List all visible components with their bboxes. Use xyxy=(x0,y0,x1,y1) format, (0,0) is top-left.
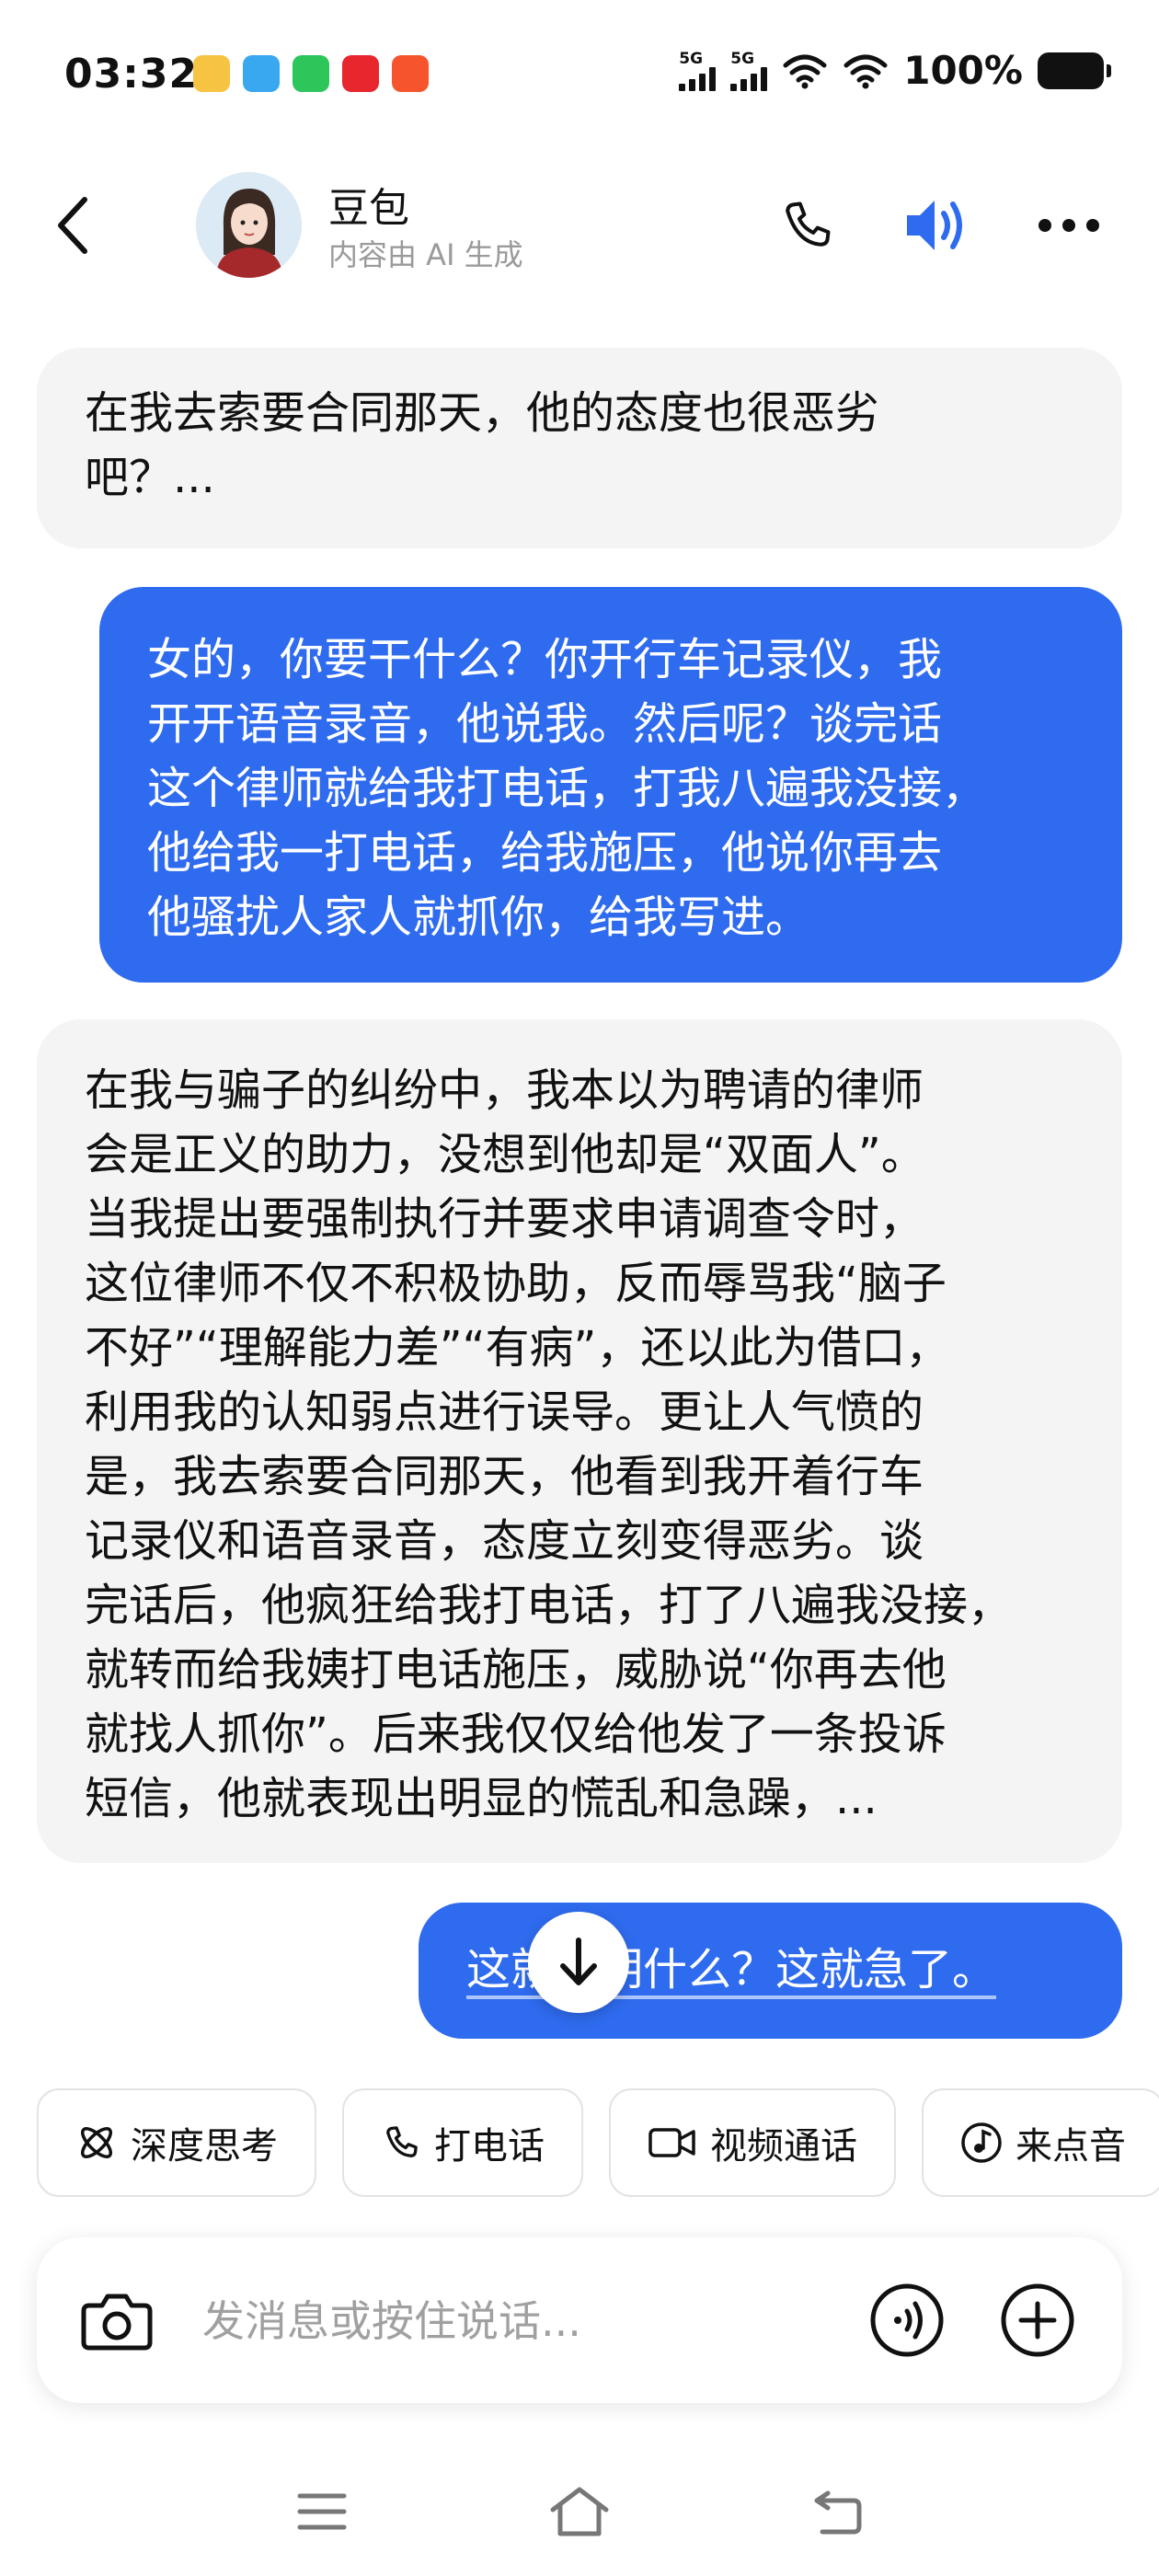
voice-wave-icon xyxy=(870,2283,944,2357)
message-input[interactable] xyxy=(201,2283,848,2359)
signal-type: 5G xyxy=(730,49,755,68)
phone-icon xyxy=(386,2126,418,2157)
signal-icon: 5G xyxy=(679,49,717,91)
back-icon xyxy=(58,197,87,254)
status-time: 03:32 xyxy=(64,51,199,98)
more-button[interactable] xyxy=(1032,189,1106,262)
camera-icon xyxy=(81,2294,153,2351)
message-input-bar xyxy=(37,2237,1122,2403)
wechat-icon xyxy=(293,55,329,92)
chip-label: 视频通话 xyxy=(710,2125,857,2168)
app-icon-orange xyxy=(392,55,429,92)
more-icon xyxy=(1039,219,1099,232)
speaker-button[interactable] xyxy=(901,189,975,262)
phone-icon xyxy=(786,201,831,247)
call-chip-button[interactable]: 打电话 xyxy=(342,2088,583,2197)
wifi-icon xyxy=(843,54,888,88)
ai-disclaimer: 内容由 AI 生成 xyxy=(328,237,523,272)
call-button[interactable] xyxy=(770,189,843,262)
bot-message: 在我去索要合同那天，他的态度也很恶劣 吧？... xyxy=(37,348,1122,548)
camera-button[interactable] xyxy=(78,2282,155,2359)
atom-icon xyxy=(81,2127,112,2158)
notification-icon xyxy=(193,55,230,92)
back-nav-icon xyxy=(814,2490,862,2535)
bot-name: 豆包 xyxy=(328,185,409,232)
video-call-button[interactable]: 视频通话 xyxy=(609,2088,896,2197)
signal-icon: 5G xyxy=(730,49,768,91)
music-button[interactable]: 来点音 xyxy=(922,2088,1159,2197)
user-message: 女的，你要干什么？你开行车记录仪，我 开开语音录音，他说我。然后呢？谈完话 这个… xyxy=(99,587,1122,983)
avatar-image xyxy=(196,172,302,278)
battery-percentage: 100% xyxy=(903,48,1023,93)
app-icon-red xyxy=(342,55,379,92)
voice-button[interactable] xyxy=(868,2282,946,2359)
scroll-to-bottom-button[interactable] xyxy=(528,1912,629,2013)
bot-message: 在我与骗子的纠纷中，我本以为聘请的律师 会是正义的助力，没想到他却是“双面人”。… xyxy=(37,1019,1122,1863)
chat-header: 豆包 内容由 AI 生成 xyxy=(0,156,1159,294)
home-icon xyxy=(550,2487,609,2536)
user-message: 这就说明什么？这就急了。 xyxy=(419,1903,1122,2039)
wifi-icon xyxy=(783,54,827,88)
app-icon-blue xyxy=(243,55,280,92)
quick-actions: 深度思考 打电话 视频通话 来点音 xyxy=(37,2088,1159,2197)
avatar[interactable] xyxy=(196,172,302,278)
menu-icon xyxy=(297,2493,347,2530)
speaker-icon xyxy=(907,201,962,250)
arrow-down-icon xyxy=(560,1938,597,1985)
status-bar: 03:32 5G 5G 100% xyxy=(0,0,1159,152)
notification-icons xyxy=(193,55,429,92)
signal-type: 5G xyxy=(679,49,704,68)
music-note-icon xyxy=(961,2122,1002,2163)
deep-thinking-button[interactable]: 深度思考 xyxy=(37,2088,316,2197)
system-nav-bar xyxy=(0,2466,1159,2558)
back-button[interactable] xyxy=(46,189,101,262)
video-icon xyxy=(648,2128,695,2157)
menu-nav-button[interactable] xyxy=(285,2475,359,2548)
chip-label: 深度思考 xyxy=(131,2125,278,2168)
plus-circle-icon xyxy=(1001,2283,1074,2357)
chip-label: 来点音 xyxy=(1016,2125,1126,2168)
add-button[interactable] xyxy=(999,2282,1076,2359)
battery-icon xyxy=(1038,52,1111,89)
chip-label: 打电话 xyxy=(434,2125,545,2168)
home-nav-button[interactable] xyxy=(543,2475,616,2548)
back-nav-button[interactable] xyxy=(800,2475,874,2548)
